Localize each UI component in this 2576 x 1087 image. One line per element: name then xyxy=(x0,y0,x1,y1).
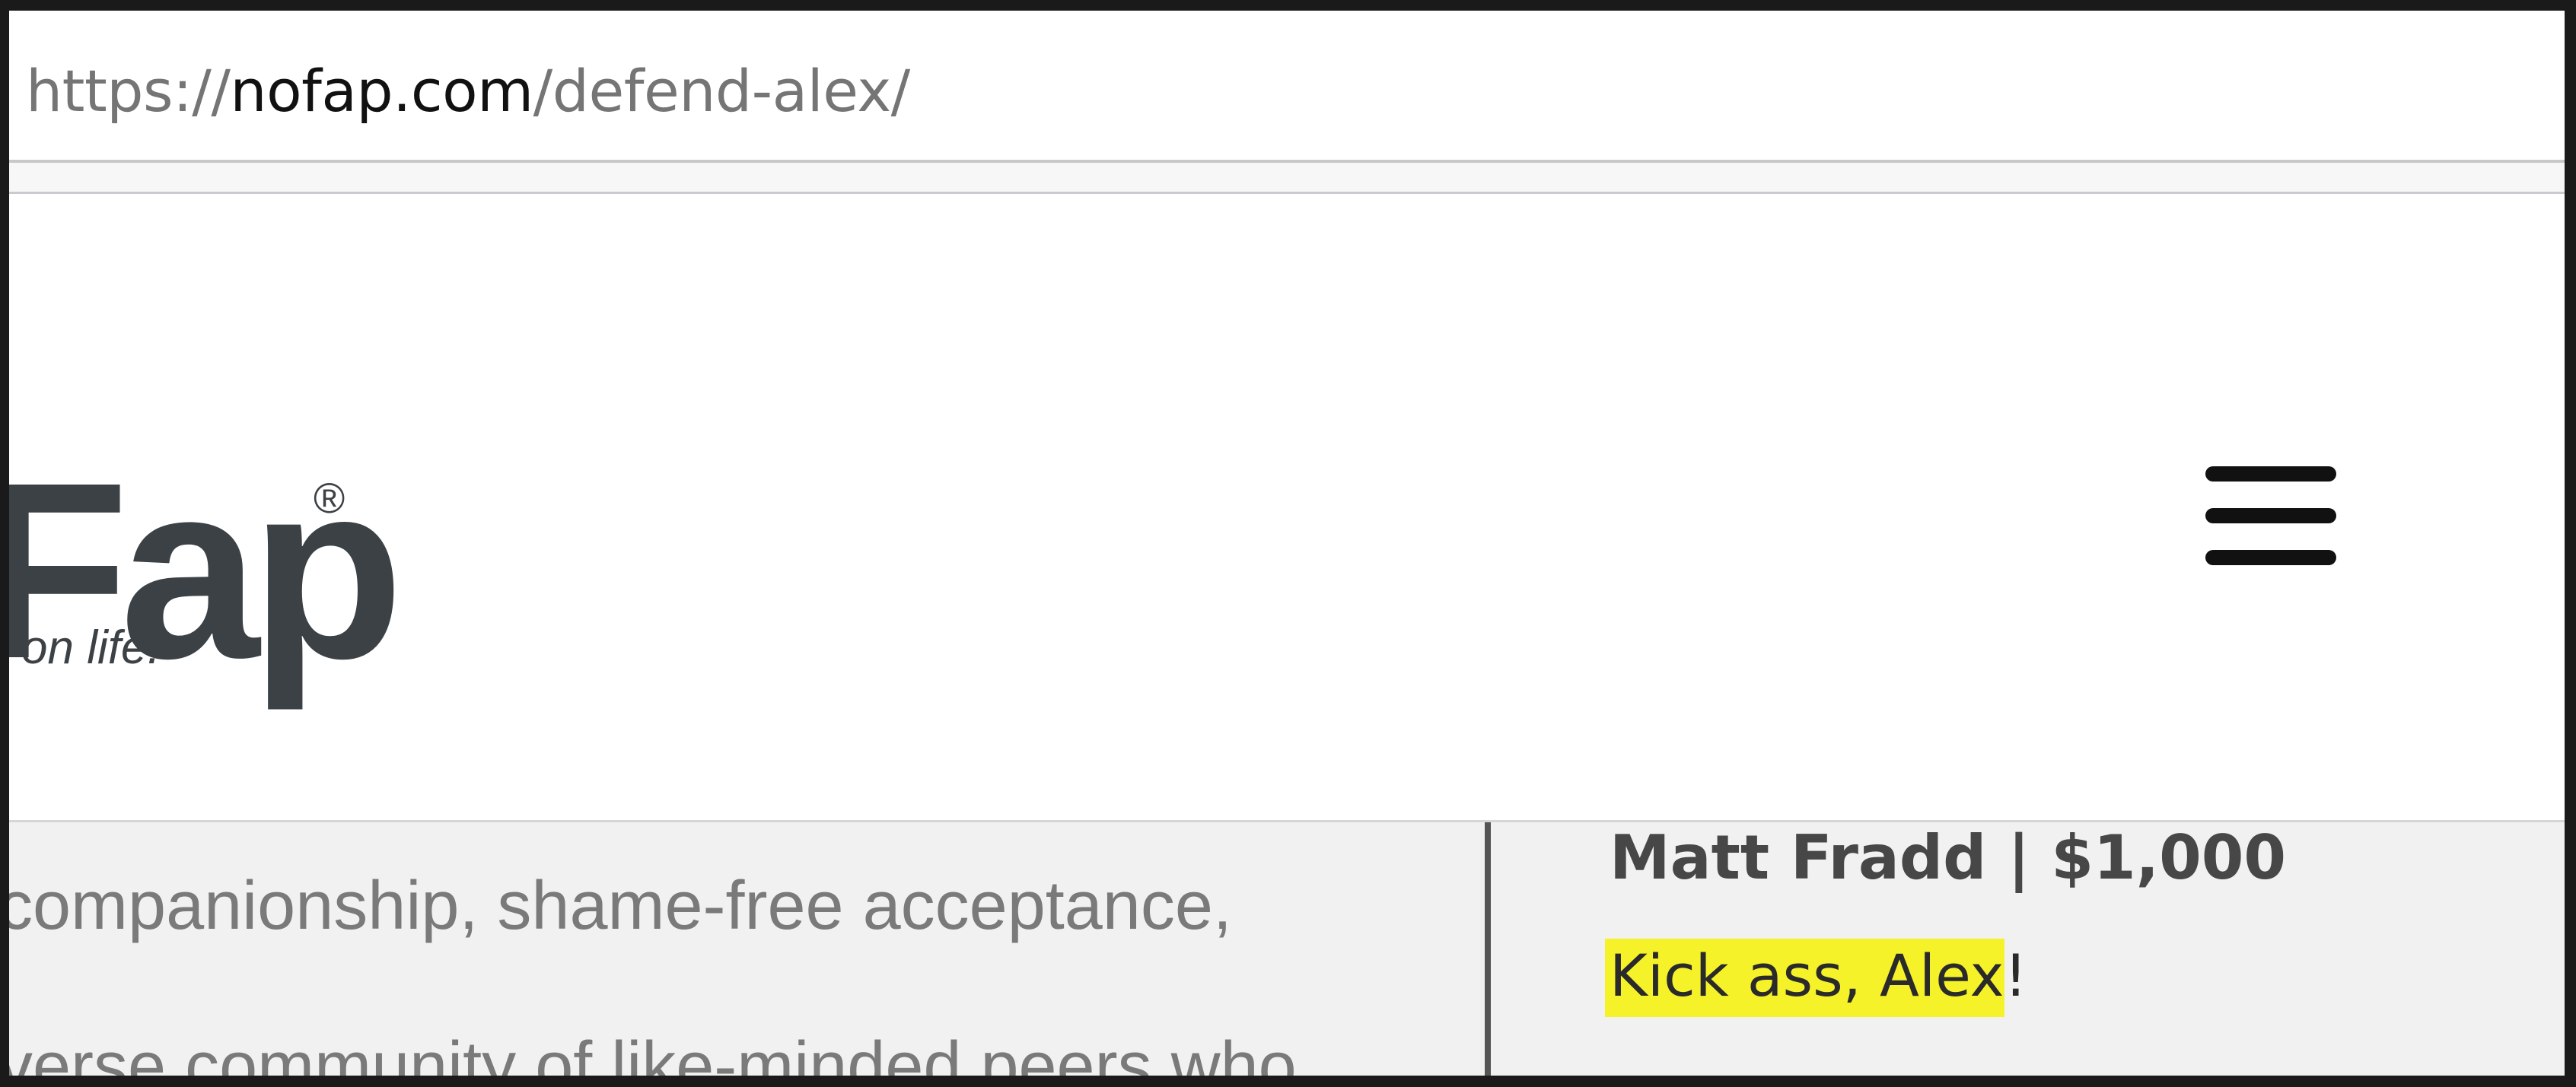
message-tail: ! xyxy=(2004,942,2027,1009)
toolbar-separator xyxy=(9,163,2565,194)
page-content: companionship, shame-free acceptance, ve… xyxy=(9,822,2565,1076)
menu-bar-bottom xyxy=(2205,550,2336,565)
screenshot: https://nofap.com/defend-alex/ Fap ® on … xyxy=(0,0,2576,1087)
url-text[interactable]: https://nofap.com/defend-alex/ xyxy=(26,62,910,120)
site-header: Fap ® on life. xyxy=(9,194,2565,822)
menu-bar-top xyxy=(2205,466,2336,482)
registered-mark: ® xyxy=(314,474,345,522)
menu-bar-middle xyxy=(2205,508,2336,523)
donor-message: Kick ass, Alex! xyxy=(1610,939,2027,1017)
logo-tagline: on life. xyxy=(21,621,161,674)
browser-window: https://nofap.com/defend-alex/ Fap ® on … xyxy=(9,11,2565,1076)
url-path: /defend-alex/ xyxy=(533,57,911,125)
column-divider xyxy=(1485,822,1491,1076)
donor-name-amount: Matt Fradd | $1,000 xyxy=(1610,822,2287,893)
highlighted-text: Kick ass, Alex xyxy=(1610,939,2004,1017)
address-bar[interactable]: https://nofap.com/defend-alex/ xyxy=(9,18,2565,163)
hamburger-menu-icon[interactable] xyxy=(2205,466,2342,565)
body-text-line: verse community of like-minded peers who xyxy=(9,1028,1297,1076)
url-host: nofap.com xyxy=(230,57,533,125)
url-scheme: https:// xyxy=(26,57,231,125)
body-text-line: companionship, shame-free acceptance, xyxy=(9,868,1232,944)
